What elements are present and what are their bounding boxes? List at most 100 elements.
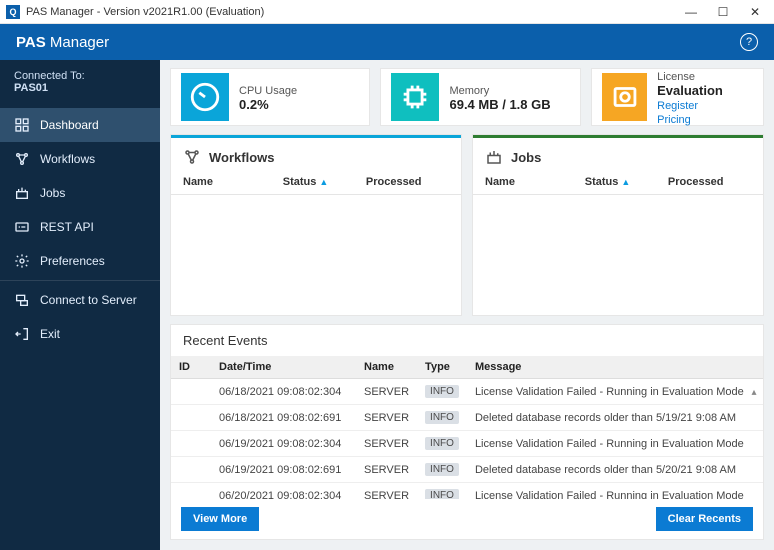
chip-icon <box>391 73 439 121</box>
app-title-bold: PAS <box>16 34 46 51</box>
cpu-card: CPU Usage 0.2% <box>170 68 370 126</box>
col-datetime[interactable]: Date/Time <box>211 356 356 379</box>
jobs-header-row: Name Status▲ Processed <box>473 172 763 195</box>
col-status[interactable]: Status▲ <box>283 176 366 188</box>
sort-asc-icon: ▲ <box>621 177 630 187</box>
col-status[interactable]: Status▲ <box>585 176 668 188</box>
sidebar-item-connect[interactable]: Connect to Server <box>0 283 160 317</box>
gauge-icon <box>181 73 229 121</box>
view-more-button[interactable]: View More <box>181 507 259 531</box>
col-id[interactable]: ID <box>171 356 211 379</box>
sidebar-item-label: Workflows <box>40 152 95 166</box>
cell-message: License Validation Failed - Running in E… <box>467 431 763 457</box>
info-badge: INFO <box>425 463 459 476</box>
sidebar-item-dashboard[interactable]: Dashboard <box>0 108 160 142</box>
window-titlebar: Q PAS Manager - Version v2021R1.00 (Eval… <box>0 0 774 24</box>
window-title: PAS Manager - Version v2021R1.00 (Evalua… <box>26 6 264 18</box>
table-row[interactable]: 06/18/2021 09:08:02:304SERVERINFOLicense… <box>171 379 763 405</box>
app-title: PAS Manager <box>16 34 109 51</box>
connection-host: PAS01 <box>14 82 48 94</box>
close-button[interactable]: ✕ <box>748 5 762 19</box>
col-name[interactable]: Name <box>183 176 283 188</box>
sidebar-item-label: Jobs <box>40 186 65 200</box>
col-name[interactable]: Name <box>485 176 585 188</box>
cell-id <box>171 431 211 457</box>
sidebar-item-preferences[interactable]: Preferences <box>0 244 160 278</box>
cell-message: License Validation Failed - Running in E… <box>467 483 763 500</box>
panels-row: Workflows Name Status▲ Processed Jobs Na… <box>170 134 764 316</box>
jobs-title: Jobs <box>511 150 541 165</box>
sidebar-separator <box>0 280 160 281</box>
col-processed[interactable]: Processed <box>366 176 449 188</box>
sidebar-item-label: Preferences <box>40 254 105 268</box>
sidebar-item-label: Exit <box>40 327 60 341</box>
scroll-up-icon[interactable]: ▴ <box>747 386 761 398</box>
sidebar-item-label: REST API <box>40 220 94 234</box>
col-processed[interactable]: Processed <box>668 176 751 188</box>
cpu-value: 0.2% <box>239 97 269 112</box>
cell-type: INFO <box>417 457 467 483</box>
sort-asc-icon: ▲ <box>319 177 328 187</box>
sidebar-item-jobs[interactable]: Jobs <box>0 176 160 210</box>
table-row[interactable]: 06/18/2021 09:08:02:691SERVERINFODeleted… <box>171 405 763 431</box>
col-name[interactable]: Name <box>356 356 417 379</box>
cell-type: INFO <box>417 405 467 431</box>
cell-name: SERVER <box>356 379 417 405</box>
events-title: Recent Events <box>171 325 763 356</box>
cell-message: Deleted database records older than 5/19… <box>467 405 763 431</box>
license-value: Evaluation <box>657 83 723 98</box>
cell-type: INFO <box>417 483 467 500</box>
workflows-panel: Workflows Name Status▲ Processed <box>170 134 462 316</box>
workflows-title: Workflows <box>209 150 275 165</box>
clear-recents-button[interactable]: Clear Recents <box>656 507 753 531</box>
col-message[interactable]: Message <box>467 356 763 379</box>
sidebar-item-rest-api[interactable]: REST API <box>0 210 160 244</box>
cell-type: INFO <box>417 431 467 457</box>
cell-name: SERVER <box>356 457 417 483</box>
minimize-button[interactable]: — <box>684 5 698 19</box>
jobs-icon <box>485 148 503 166</box>
table-row[interactable]: 06/19/2021 09:08:02:691SERVERINFODeleted… <box>171 457 763 483</box>
memory-value: 69.4 MB / 1.8 GB <box>449 97 550 112</box>
content-area: CPU Usage 0.2% Memory 69.4 MB / 1.8 GB <box>160 60 774 550</box>
help-icon[interactable]: ? <box>740 33 758 51</box>
sidebar-item-workflows[interactable]: Workflows <box>0 142 160 176</box>
sidebar-item-label: Dashboard <box>40 118 99 132</box>
connection-info: Connected To: PAS01 <box>0 60 160 108</box>
gear-icon <box>14 253 30 269</box>
rest-api-icon <box>14 219 30 235</box>
dashboard-icon <box>14 117 30 133</box>
cell-type: INFO <box>417 379 467 405</box>
memory-label: Memory <box>449 85 489 97</box>
cell-datetime: 06/19/2021 09:08:02:304 <box>211 431 356 457</box>
cell-message: Deleted database records older than 5/20… <box>467 457 763 483</box>
license-label: License <box>657 71 695 83</box>
license-card: License Evaluation Register Pricing <box>591 68 764 126</box>
sidebar: Connected To: PAS01 Dashboard Workflows … <box>0 60 160 550</box>
app-icon: Q <box>6 5 20 19</box>
info-badge: INFO <box>425 489 459 499</box>
workflows-body <box>171 195 461 315</box>
register-link[interactable]: Register <box>657 100 698 112</box>
cell-name: SERVER <box>356 405 417 431</box>
cell-message: License Validation Failed - Running in E… <box>467 379 763 405</box>
stat-cards-row: CPU Usage 0.2% Memory 69.4 MB / 1.8 GB <box>170 68 764 126</box>
cell-name: SERVER <box>356 483 417 500</box>
sidebar-item-exit[interactable]: Exit <box>0 317 160 351</box>
cell-id <box>171 379 211 405</box>
cpu-label: CPU Usage <box>239 85 297 97</box>
cell-id <box>171 483 211 500</box>
workflows-header-row: Name Status▲ Processed <box>171 172 461 195</box>
app-title-rest: Manager <box>46 34 109 51</box>
recent-events-panel: Recent Events ID Date/Time Name Type Mes… <box>170 324 764 540</box>
table-row[interactable]: 06/20/2021 09:08:02:304SERVERINFOLicense… <box>171 483 763 500</box>
workflows-icon <box>183 148 201 166</box>
cell-datetime: 06/18/2021 09:08:02:691 <box>211 405 356 431</box>
memory-card: Memory 69.4 MB / 1.8 GB <box>380 68 580 126</box>
table-row[interactable]: 06/19/2021 09:08:02:304SERVERINFOLicense… <box>171 431 763 457</box>
maximize-button[interactable]: ☐ <box>716 5 730 19</box>
col-type[interactable]: Type <box>417 356 467 379</box>
cell-name: SERVER <box>356 431 417 457</box>
pricing-link[interactable]: Pricing <box>657 114 691 126</box>
events-table: ID Date/Time Name Type Message 06/18/202… <box>171 356 763 499</box>
